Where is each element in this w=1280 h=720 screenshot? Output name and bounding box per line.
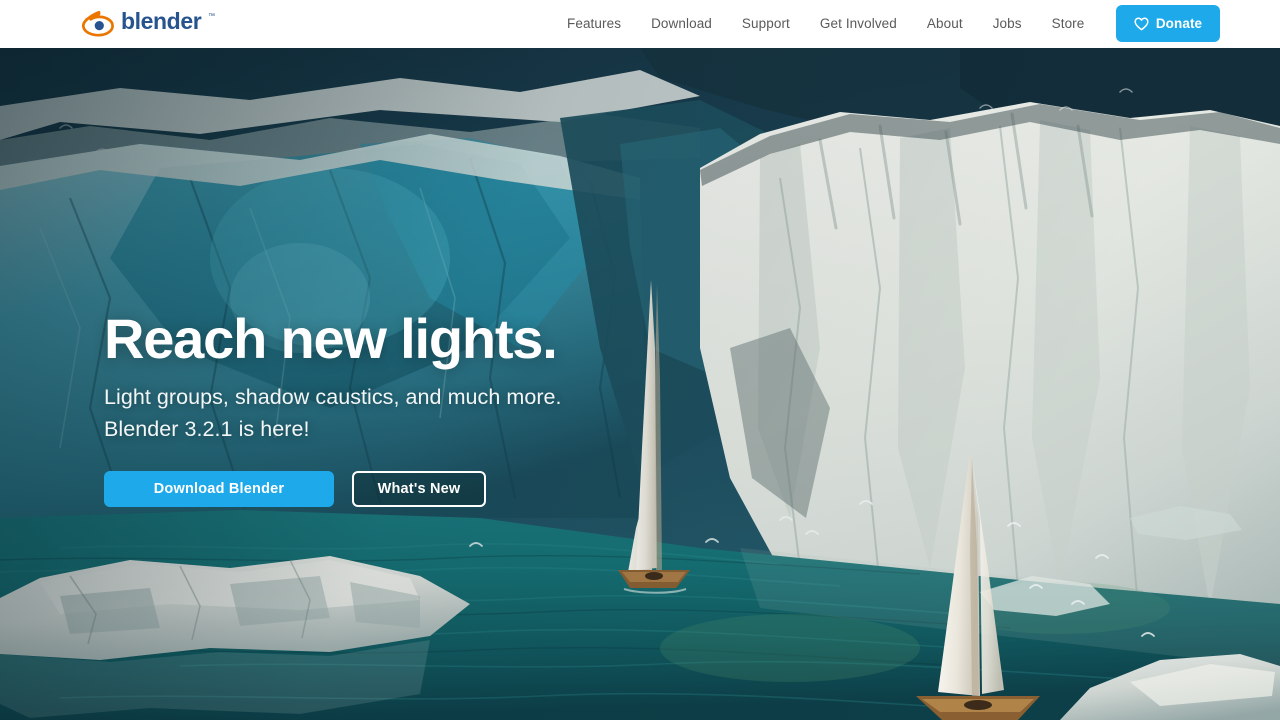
logo-trademark: ™	[208, 13, 215, 20]
svg-text:blender: blender	[121, 9, 202, 34]
blender-logo[interactable]: blender ™	[82, 7, 215, 41]
nav-link-features[interactable]: Features	[552, 0, 636, 48]
blender-logo-wordmark: blender	[121, 8, 207, 40]
site-header: blender ™ Features Download Support Get …	[0, 0, 1280, 48]
hero-title: Reach new lights.	[104, 307, 558, 370]
hero-banner: Reach new lights. Light groups, shadow c…	[0, 48, 1280, 720]
hero-subtitle: Light groups, shadow caustics, and much …	[104, 382, 744, 446]
heart-icon	[1134, 17, 1149, 31]
nav-link-store[interactable]: Store	[1037, 0, 1100, 48]
hero-subtitle-line-1: Light groups, shadow caustics, and much …	[104, 385, 562, 410]
nav-link-support[interactable]: Support	[727, 0, 805, 48]
main-nav: Features Download Support Get Involved A…	[552, 0, 1099, 48]
hero-actions: Download Blender What's New	[104, 470, 744, 507]
donate-button-label: Donate	[1155, 16, 1203, 31]
donate-button[interactable]: Donate	[1116, 5, 1220, 42]
whats-new-button[interactable]: What's New	[352, 470, 486, 507]
nav-link-jobs[interactable]: Jobs	[978, 0, 1037, 48]
blender-logo-mark	[82, 11, 114, 37]
hero-content: Reach new lights. Light groups, shadow c…	[104, 310, 744, 507]
blender-wordmark-svg: blender	[121, 8, 202, 34]
hero-subtitle-line-2: Blender 3.2.1 is here!	[104, 416, 310, 441]
page-root: blender ™ Features Download Support Get …	[0, 0, 1280, 720]
nav-link-about[interactable]: About	[912, 0, 978, 48]
download-blender-button[interactable]: Download Blender	[104, 470, 334, 507]
nav-link-download[interactable]: Download	[636, 0, 727, 48]
nav-link-get-involved[interactable]: Get Involved	[805, 0, 912, 48]
